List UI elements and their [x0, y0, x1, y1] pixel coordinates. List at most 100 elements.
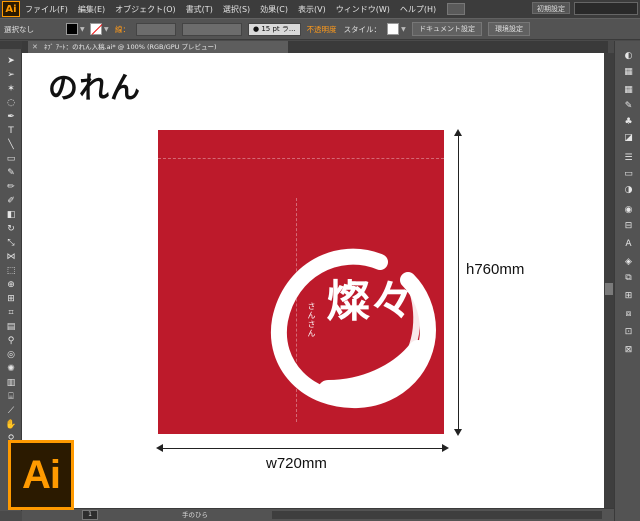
current-tool-status: 手のひら	[182, 511, 208, 519]
character-icon[interactable]: A	[623, 239, 634, 250]
scale-icon[interactable]: ⤡	[5, 237, 17, 249]
menu-window[interactable]: ウィンドウ(W)	[331, 4, 395, 15]
graphic-style-swatch[interactable]	[387, 23, 400, 35]
lasso-icon[interactable]: ◌	[5, 97, 17, 109]
graphic-styles-icon[interactable]: ◪	[623, 133, 634, 144]
layers-icon[interactable]: ◈	[623, 257, 634, 268]
tools-panel-header[interactable]	[0, 41, 22, 49]
pathfinder-icon[interactable]: ⧈	[623, 309, 634, 320]
blend-icon[interactable]: ◎	[5, 349, 17, 361]
menu-effect[interactable]: 効果(C)	[255, 4, 293, 15]
width-tool-icon[interactable]: ⋈	[5, 251, 17, 263]
blob-brush-icon[interactable]: ✐	[5, 195, 17, 207]
type-tool-icon[interactable]: T	[5, 125, 17, 137]
arrow-up-icon	[454, 129, 462, 136]
chevron-down-icon[interactable]: ▼	[104, 23, 112, 35]
links-icon[interactable]: ⊞	[623, 291, 634, 302]
shape-builder-icon[interactable]: ⊕	[5, 279, 17, 291]
arrange-documents-button[interactable]	[447, 3, 466, 15]
transparency-icon[interactable]: ◑	[623, 185, 634, 196]
swatches-icon[interactable]: ▦	[623, 85, 634, 96]
appearance-icon[interactable]: ◉	[623, 205, 634, 216]
chevron-down-icon[interactable]: ▼	[80, 23, 88, 35]
document-tab-bar: ✕ ﾈﾌﾞ ｱｰﾄ：のれん入稿.ai* @ 100% (RGB/GPU プレビュ…	[22, 41, 608, 53]
arrow-down-icon	[454, 429, 462, 436]
menu-select[interactable]: 選択(S)	[218, 4, 255, 15]
height-dimension-line	[458, 133, 459, 431]
eyedropper-icon[interactable]: ⚲	[5, 335, 17, 347]
pencil-icon[interactable]: ✏	[5, 181, 17, 193]
scrollbar-thumb[interactable]	[605, 283, 613, 295]
guide-line	[158, 158, 444, 159]
arrow-left-icon	[156, 444, 163, 452]
document-tab[interactable]: ✕ ﾈﾌﾞ ｱｰﾄ：のれん入稿.ai* @ 100% (RGB/GPU プレビュ…	[28, 41, 288, 53]
symbols-icon[interactable]: ♣	[623, 117, 634, 128]
search-input[interactable]	[574, 2, 638, 15]
free-transform-icon[interactable]: ⬚	[5, 265, 17, 277]
mesh-icon[interactable]: ⌗	[5, 307, 17, 319]
brand-kanji: 燦々	[326, 276, 414, 327]
paintbrush-icon[interactable]: ✎	[5, 167, 17, 179]
noren-artwork[interactable]: 燦々 さんさん	[158, 130, 444, 434]
hand-tool-icon[interactable]: ✋	[5, 419, 17, 431]
opacity-link[interactable]: 不透明度	[304, 24, 340, 35]
artwork-heading: のれん	[48, 71, 141, 106]
control-bar: 選択なし ▼ ▼ 線： ● 15 pt ラ... 不透明度 スタイル： ▼ ドキ…	[0, 18, 640, 40]
direct-selection-icon[interactable]: ➢	[5, 69, 17, 81]
rotate-icon[interactable]: ↻	[5, 223, 17, 235]
brush-definition[interactable]: ● 15 pt ラ...	[248, 22, 301, 36]
menu-view[interactable]: 表示(V)	[293, 4, 331, 15]
color-guide-icon[interactable]: ▦	[623, 67, 634, 78]
chevron-down-icon[interactable]: ▼	[401, 23, 409, 35]
stroke-swatch[interactable]	[90, 23, 102, 35]
selection-status: 選択なし	[4, 24, 34, 34]
variable-width-profile[interactable]	[182, 22, 242, 36]
preferences-button[interactable]: 環境設定	[488, 22, 531, 36]
panel-dock: ◐ ▦ ▦ ✎ ♣ ◪ ☰ ▭ ◑ ◉ ⊟ A ◈ ⧉ ⊞ ⧈ ⊡ ⊠	[614, 41, 640, 521]
rectangle-tool-icon[interactable]: ▭	[5, 153, 17, 165]
selection-tool-icon[interactable]: ➤	[5, 55, 17, 67]
style-label: スタイル：	[343, 24, 382, 34]
artboard-icon[interactable]: ⌸	[5, 391, 17, 403]
menu-object[interactable]: オブジェクト(O)	[110, 4, 181, 15]
menu-edit[interactable]: 編集(E)	[73, 4, 110, 15]
artboard-canvas[interactable]: のれん 燦々 さんさん h760mm w720mm	[22, 53, 604, 508]
workspace-switcher[interactable]: 初期設定	[532, 2, 570, 14]
fill-swatch[interactable]	[66, 23, 78, 35]
menu-bar: Ai ファイル(F) 編集(E) オブジェクト(O) 書式(T) 選択(S) 効…	[0, 0, 640, 18]
line-tool-icon[interactable]: ╲	[5, 139, 17, 151]
vertical-scrollbar[interactable]	[604, 53, 614, 508]
slice-icon[interactable]: ⟋	[5, 405, 17, 417]
artboards-icon[interactable]: ⧉	[623, 273, 634, 284]
eraser-icon[interactable]: ◧	[5, 209, 17, 221]
color-panel-icon[interactable]: ◐	[623, 51, 634, 62]
stroke-link[interactable]: 線：	[112, 24, 133, 35]
align-icon[interactable]: ⊟	[623, 221, 634, 232]
close-icon[interactable]: ✕	[32, 41, 38, 53]
height-label: h760mm	[466, 261, 525, 278]
gradient-panel-icon[interactable]: ▭	[623, 169, 634, 180]
column-graph-icon[interactable]: ▥	[5, 377, 17, 389]
symbol-sprayer-icon[interactable]: ✺	[5, 363, 17, 375]
magic-wand-icon[interactable]: ✶	[5, 83, 17, 95]
brushes-icon[interactable]: ✎	[623, 101, 634, 112]
arrow-right-icon	[442, 444, 449, 452]
document-setup-button[interactable]: ドキュメント設定	[412, 22, 483, 36]
gradient-icon[interactable]: ▤	[5, 321, 17, 333]
width-label: w720mm	[266, 455, 327, 472]
horizontal-scrollbar[interactable]	[272, 511, 602, 519]
menu-type[interactable]: 書式(T)	[181, 4, 218, 15]
artboard-number-field[interactable]: 1	[82, 510, 98, 520]
info-panel-icon[interactable]: ⊠	[623, 345, 634, 356]
status-bar: 1 手のひら	[22, 508, 614, 521]
perspective-grid-icon[interactable]: ⊞	[5, 293, 17, 305]
document-tab-title: ﾈﾌﾞ ｱｰﾄ：のれん入稿.ai* @ 100% (RGB/GPU プレビュー)	[44, 43, 217, 51]
stroke-panel-icon[interactable]: ☰	[623, 153, 634, 164]
stroke-weight-field[interactable]	[136, 22, 176, 36]
menu-file[interactable]: ファイル(F)	[20, 4, 73, 15]
transform-icon[interactable]: ⊡	[623, 327, 634, 338]
pen-tool-icon[interactable]: ✒	[5, 111, 17, 123]
menu-help[interactable]: ヘルプ(H)	[395, 4, 441, 15]
width-dimension-line	[161, 448, 443, 449]
brand-kana: さんさん	[307, 302, 316, 338]
